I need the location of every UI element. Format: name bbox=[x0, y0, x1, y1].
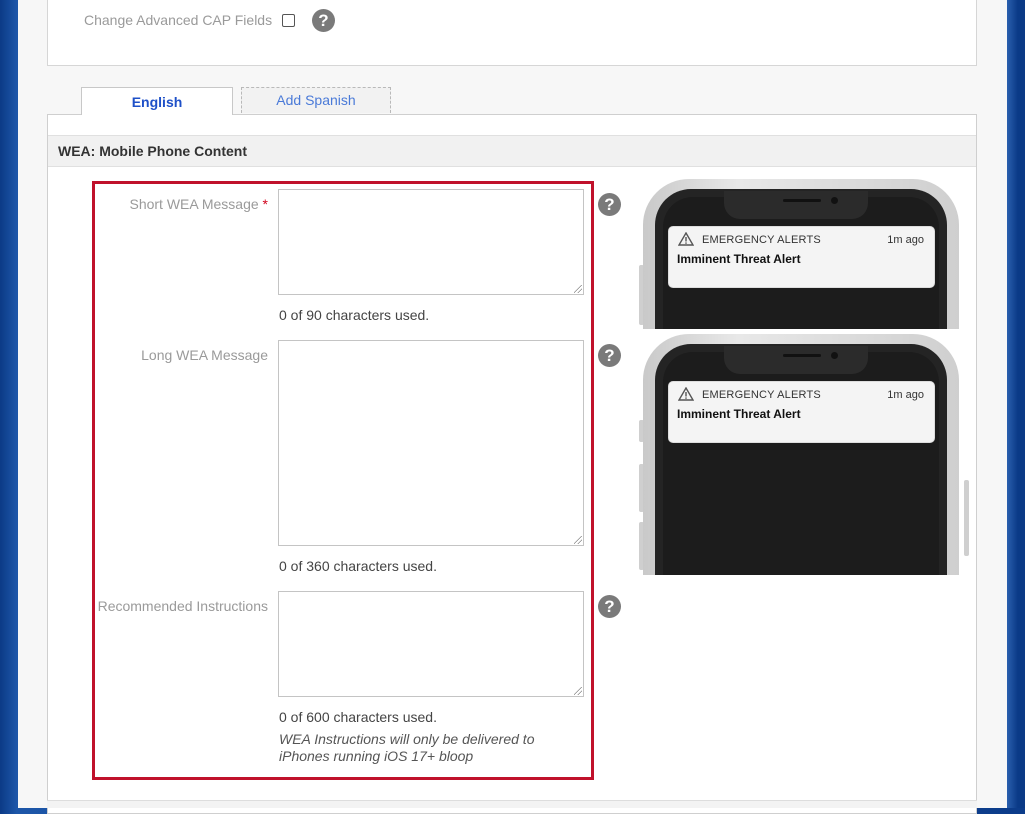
phone-notch bbox=[724, 191, 868, 219]
page: Change Advanced CAP Fields ? English Add… bbox=[18, 0, 1007, 814]
notification-time: 1m ago bbox=[887, 234, 924, 246]
long-wea-label: Long WEA Message bbox=[141, 347, 268, 363]
resize-grip-icon[interactable] bbox=[574, 687, 582, 695]
short-wea-label: Short WEA Message * bbox=[108, 196, 268, 212]
advanced-cap-section: Change Advanced CAP Fields ? bbox=[47, 0, 977, 66]
background-edge bbox=[1007, 0, 1025, 808]
instructions-note: WEA Instructions will only be delivered … bbox=[279, 731, 535, 764]
resize-grip-icon[interactable] bbox=[574, 285, 582, 293]
content-panel: WEA: Mobile Phone Content Short WEA Mess… bbox=[47, 114, 977, 814]
instructions-label: Recommended Instructions bbox=[97, 598, 268, 614]
phone-camera bbox=[831, 352, 838, 359]
required-marker: * bbox=[262, 196, 268, 212]
notification-card: EMERGENCY ALERTS 1m ago Imminent Threat … bbox=[668, 226, 935, 288]
phone-notch bbox=[724, 346, 868, 374]
question-circle-icon[interactable]: ? bbox=[598, 595, 621, 618]
phone-preview-long: EMERGENCY ALERTS 1m ago Imminent Threat … bbox=[638, 334, 970, 575]
short-wea-textarea[interactable] bbox=[278, 189, 584, 295]
notification-title: Imminent Threat Alert bbox=[677, 252, 801, 266]
advanced-cap-checkbox[interactable] bbox=[282, 14, 295, 27]
tab-english[interactable]: English bbox=[81, 87, 233, 115]
question-circle-icon[interactable]: ? bbox=[598, 193, 621, 216]
warning-triangle-icon bbox=[678, 232, 694, 246]
phone-side-button bbox=[964, 480, 969, 556]
notification-app-name: EMERGENCY ALERTS bbox=[702, 234, 821, 246]
notification-title: Imminent Threat Alert bbox=[677, 407, 801, 421]
short-wea-count: 0 of 90 characters used. bbox=[279, 307, 430, 323]
question-circle-icon[interactable]: ? bbox=[598, 344, 621, 367]
instructions-textarea[interactable] bbox=[278, 591, 584, 697]
instructions-count: 0 of 600 characters used. bbox=[279, 709, 437, 725]
phone-preview-short: EMERGENCY ALERTS 1m ago Imminent Threat … bbox=[638, 179, 970, 329]
long-wea-textarea[interactable] bbox=[278, 340, 584, 546]
short-wea-label-text: Short WEA Message bbox=[129, 196, 259, 212]
bottom-divider bbox=[47, 800, 977, 808]
warning-triangle-icon bbox=[678, 387, 694, 401]
notification-time: 1m ago bbox=[887, 389, 924, 401]
long-wea-count: 0 of 360 characters used. bbox=[279, 558, 437, 574]
notification-app-name: EMERGENCY ALERTS bbox=[702, 389, 821, 401]
phone-speaker bbox=[783, 354, 821, 357]
resize-grip-icon[interactable] bbox=[574, 536, 582, 544]
notification-card: EMERGENCY ALERTS 1m ago Imminent Threat … bbox=[668, 381, 935, 443]
question-circle-icon[interactable]: ? bbox=[312, 9, 335, 32]
section-title: WEA: Mobile Phone Content bbox=[48, 135, 976, 167]
phone-speaker bbox=[783, 199, 821, 202]
advanced-cap-label: Change Advanced CAP Fields bbox=[84, 12, 273, 28]
tab-add-spanish[interactable]: Add Spanish bbox=[241, 87, 391, 113]
phone-camera bbox=[831, 197, 838, 204]
